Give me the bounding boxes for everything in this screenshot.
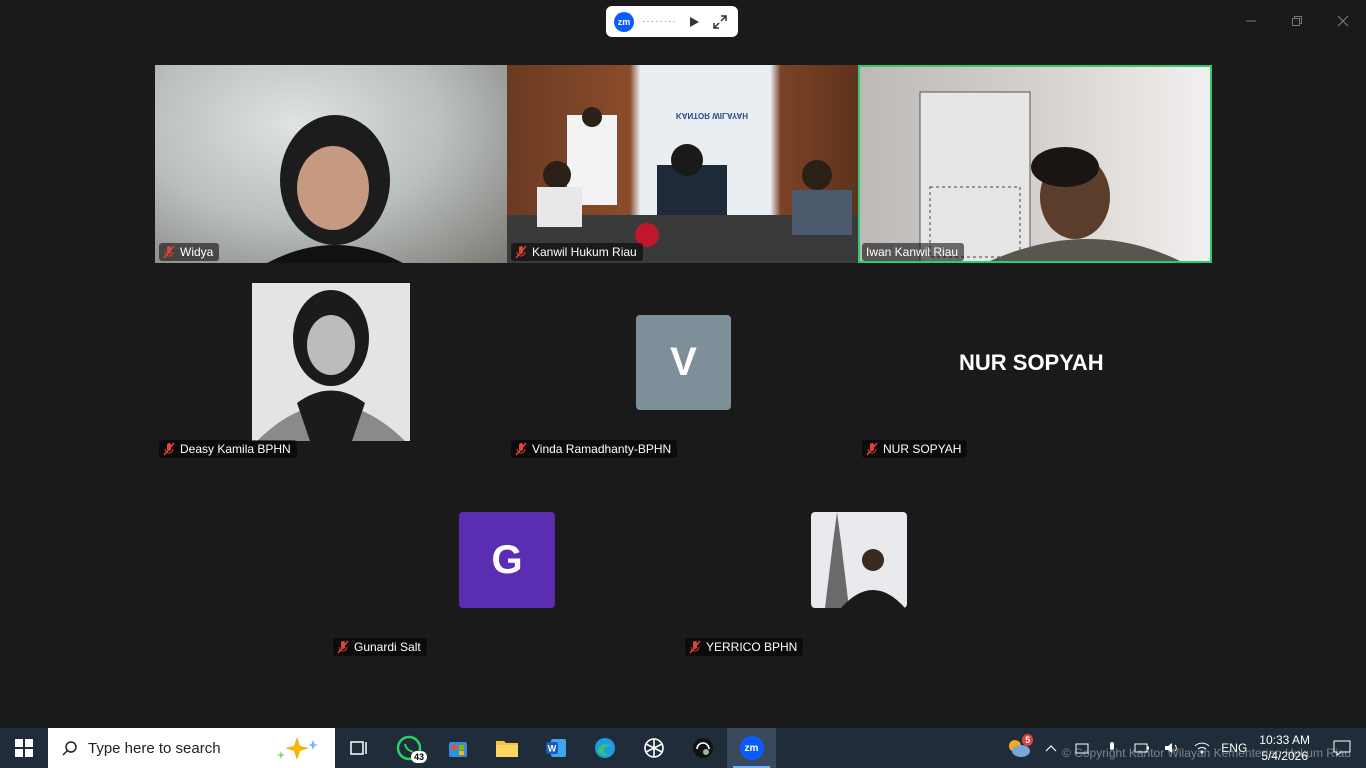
zoom-logo-icon: zm [739, 736, 764, 760]
avatar: G [459, 512, 555, 608]
participant-name: Deasy Kamila BPHN [180, 442, 291, 456]
microsoft-store-icon[interactable] [433, 728, 482, 768]
minimize-icon[interactable] [1240, 10, 1262, 32]
participant-name-tag: Deasy Kamila BPHN [159, 440, 297, 458]
zoom-floating-toolbar: zm ········ [606, 6, 738, 37]
drag-handle[interactable]: ········ [642, 16, 677, 27]
weather-badge: 5 [1022, 734, 1034, 746]
search-placeholder: Type here to search [88, 739, 221, 757]
edge-icon[interactable] [580, 728, 629, 768]
windows-start-icon[interactable] [0, 728, 48, 768]
file-explorer-icon[interactable] [482, 728, 531, 768]
task-view-icon[interactable] [335, 728, 384, 768]
muted-mic-icon [689, 640, 701, 654]
office-scene [919, 91, 1180, 261]
search-icon [62, 741, 77, 756]
participant-name: Gunardi Salt [354, 640, 421, 654]
participant-name-tag: YERRICO BPHN [685, 638, 804, 656]
participant-name-tag: Vinda Ramadhanty-BPHN [511, 440, 678, 458]
restore-icon[interactable] [1286, 10, 1308, 32]
muted-mic-icon [515, 245, 527, 259]
video-tile-widya[interactable]: Widya [155, 65, 507, 263]
participant-name-tag: Widya [159, 243, 220, 261]
video-tile-kanwil-hukum-riau[interactable]: KANTOR WILAYAH Kanwil Hukum Riau [507, 65, 858, 263]
participant-display-name: NUR SOPYAH [959, 350, 1104, 375]
participant-name: YERRICO BPHN [706, 640, 798, 654]
video-tile-nur-sopyah[interactable]: NUR SOPYAH NUR SOPYAH [858, 270, 1212, 462]
sparkle-icon [277, 737, 318, 760]
avatar: V [636, 315, 731, 410]
profile-photo [811, 512, 907, 608]
taskbar-search-box[interactable]: Type here to search [48, 728, 335, 768]
copyright-watermark: © Copyright Kantor Wilayah Kementerian H… [1062, 746, 1351, 760]
participant-name-tag: Iwan Kanwil Riau [862, 243, 965, 261]
profile-photo [252, 283, 410, 441]
participant-name-tag: NUR SOPYAH [862, 440, 968, 458]
participant-name: Widya [180, 245, 214, 259]
profile-photo-eiffel-scene [811, 512, 907, 608]
zoom-taskbar-icon[interactable]: zm [727, 728, 776, 768]
muted-mic-icon [515, 442, 527, 456]
video-tile-iwan-kanwil-riau[interactable]: Iwan Kanwil Riau [858, 65, 1212, 263]
participant-name: Iwan Kanwil Riau [866, 245, 959, 259]
notification-badge: 43 [410, 751, 427, 763]
participant-name: Kanwil Hukum Riau [532, 245, 637, 259]
play-icon[interactable] [685, 13, 703, 31]
network-app-icon[interactable] [678, 728, 727, 768]
weather-icon[interactable]: 5 [1001, 728, 1035, 768]
zoom-logo-icon: zm [614, 11, 634, 32]
whatsapp-icon[interactable]: 43 [384, 728, 433, 768]
participant-name: Vinda Ramadhanty-BPHN [532, 442, 672, 456]
muted-mic-icon [866, 442, 878, 456]
video-tile-deasy-kamila[interactable]: Deasy Kamila BPHN [155, 270, 507, 462]
participant-name-tag: Kanwil Hukum Riau [511, 243, 643, 261]
word-icon[interactable]: W [531, 728, 580, 768]
close-icon[interactable] [1332, 10, 1354, 32]
muted-mic-icon [163, 245, 175, 259]
muted-mic-icon [163, 442, 175, 456]
participant-name: NUR SOPYAH [883, 442, 962, 456]
video-tile-vinda-ramadhanty[interactable]: V Vinda Ramadhanty-BPHN [507, 270, 858, 462]
expand-icon[interactable] [711, 13, 729, 31]
muted-mic-icon [337, 640, 349, 654]
svg-text:W: W [547, 744, 556, 754]
chatgpt-icon[interactable] [629, 728, 678, 768]
meeting-room-scene [507, 107, 858, 263]
profile-photo-silhouette [252, 283, 410, 441]
participant-silhouette [267, 115, 403, 263]
participant-name-tag: Gunardi Salt [333, 638, 427, 656]
video-tile-gunardi-salt[interactable]: G Gunardi Salt [331, 470, 683, 660]
video-tile-yerrico[interactable]: YERRICO BPHN [683, 470, 1035, 660]
